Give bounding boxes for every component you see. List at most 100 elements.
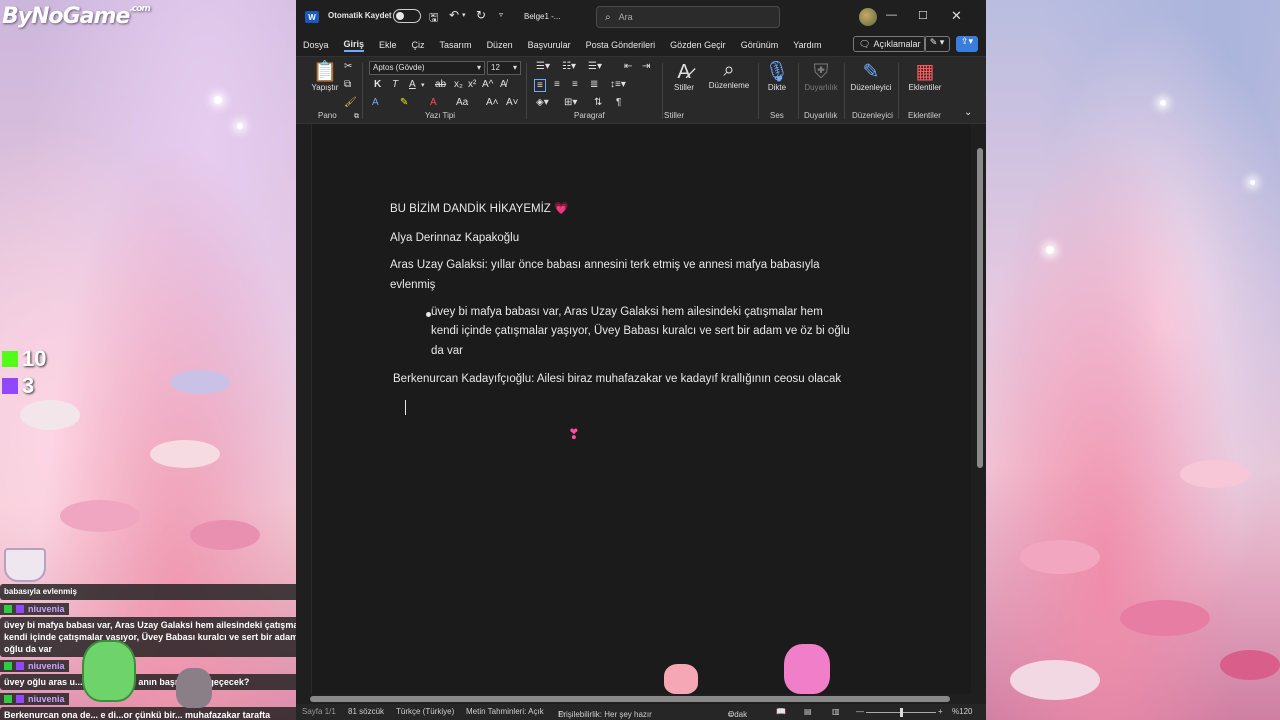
borders-icon[interactable]: ⊞▾ (564, 97, 577, 108)
doc-title[interactable]: BU BİZİM DANDİK HİKAYEMİZ 💗 (390, 200, 568, 220)
group-label-sensitivity: Duyarlılık (804, 111, 838, 120)
doc-paragraph[interactable]: evlenmiş (390, 276, 435, 296)
format-painter-icon[interactable]: 🖌 (344, 97, 357, 108)
editor-button[interactable]: ✎ Düzenleyici (848, 61, 894, 92)
editing-mode-button[interactable]: ✎ ▾ (924, 36, 950, 52)
language-status[interactable]: Türkçe (Türkiye) (396, 707, 454, 716)
document-page[interactable]: BU BİZİM DANDİK HİKAYEMİZ 💗 Alya Derinna… (311, 124, 971, 694)
highlight-icon[interactable]: ✎ (400, 97, 408, 108)
print-layout-icon[interactable]: ▤ (804, 707, 812, 716)
tab-file[interactable]: Dosya (303, 40, 329, 50)
grey-cat-sticker (176, 668, 212, 708)
vertical-scroll-thumb[interactable] (977, 148, 983, 468)
sensitivity-button[interactable]: ⛨ Duyarlılık (800, 61, 842, 92)
title-bar: W Otomatik Kaydet 🖫 ↶ ▾ ↻ ▿ Belge1 -... … (296, 0, 986, 34)
copy-icon[interactable]: ⧉ (344, 79, 351, 90)
doc-paragraph[interactable]: Berkenurcan Kadayıfçıoğlu: Ailesi biraz … (393, 370, 841, 390)
styles-button[interactable]: A̷ Stiller (666, 61, 702, 92)
doc-bullet-line[interactable]: kendi içinde çatışmalar yaşıyor, Üvey Ba… (431, 322, 850, 342)
superscript-icon[interactable]: x² (468, 79, 476, 90)
decrease-indent-icon[interactable]: ⇤ (624, 61, 632, 72)
tab-help[interactable]: Yardım (793, 40, 821, 50)
minimize-button[interactable]: — (886, 9, 920, 21)
dialog-launcher-icon[interactable]: ⧉ (354, 113, 359, 121)
bold-button[interactable]: K (374, 79, 381, 90)
tab-home[interactable]: Giriş (343, 39, 365, 52)
justify-icon[interactable]: ≣ (590, 79, 598, 90)
save-icon[interactable]: 🖫 (429, 9, 438, 28)
zoom-slider-knob[interactable] (900, 708, 903, 717)
underline-dropdown-icon[interactable]: ▾ (421, 81, 425, 89)
subscript-icon[interactable]: x₂ (454, 79, 463, 90)
paste-button[interactable]: 📋 Yapıştır (307, 61, 343, 92)
tab-layout[interactable]: Düzen (487, 40, 513, 50)
font-color-icon[interactable]: A (430, 97, 437, 108)
cut-icon[interactable]: ✂ (344, 61, 352, 72)
tab-review[interactable]: Gözden Geçir (670, 40, 726, 50)
zoom-level[interactable]: %120 (952, 707, 972, 716)
tab-view[interactable]: Görünüm (741, 40, 779, 50)
ribbon-collapse-icon[interactable]: ⌄ (964, 107, 972, 118)
vertical-scrollbar[interactable] (974, 144, 986, 704)
word-app-icon: W (305, 11, 319, 23)
align-right-icon[interactable]: ≡ (572, 79, 578, 90)
close-button[interactable]: ✕ (951, 8, 985, 24)
doc-bullet-line[interactable]: da var (431, 342, 463, 362)
text-effects-icon[interactable]: A (372, 97, 379, 108)
ribbon-home: 📋 Yapıştır ✂ ⧉ 🖌 Pano ⧉ Aptos (Gövde) ▾ 1… (296, 56, 986, 124)
tab-design[interactable]: Tasarım (440, 40, 472, 50)
zoom-out-icon[interactable]: — (856, 707, 864, 716)
editing-button[interactable]: ⌕ Düzenleme (706, 59, 752, 90)
tab-insert[interactable]: Ekle (379, 40, 397, 50)
horizontal-scroll-thumb[interactable] (310, 696, 950, 702)
strikethrough-icon[interactable]: ab (435, 79, 446, 90)
sort-icon[interactable]: ⇅ (594, 97, 602, 108)
align-center-icon[interactable]: ≡ (554, 79, 560, 90)
share-button[interactable]: ⇪▾ (956, 36, 978, 52)
comments-button[interactable]: 🗨 Açıklamalar (853, 36, 927, 52)
tab-mailings[interactable]: Posta Gönderileri (586, 40, 656, 50)
shrink-font-size-icon[interactable]: A˅ (506, 97, 519, 108)
align-left-icon[interactable]: ≡ (534, 79, 546, 92)
doc-paragraph[interactable]: Aras Uzay Galaksi: yıllar önce babası an… (390, 256, 820, 276)
shading-icon[interactable]: ◈▾ (536, 97, 549, 108)
word-count[interactable]: 81 sözcük (348, 707, 384, 716)
line-spacing-icon[interactable]: ↕≡▾ (610, 79, 626, 90)
show-marks-icon[interactable]: ¶ (616, 97, 621, 108)
twitch-icon (2, 378, 18, 394)
redo-icon[interactable]: ↻ (476, 8, 486, 22)
doc-bullet-line[interactable]: üvey bi mafya babası var, Aras Uzay Gala… (431, 303, 823, 323)
undo-dropdown-icon[interactable]: ▾ (462, 11, 466, 19)
tab-draw[interactable]: Çiz (412, 40, 425, 50)
text-predictions-status[interactable]: Metin Tahminleri: Açık (466, 707, 544, 716)
undo-icon[interactable]: ↶ (449, 8, 459, 22)
change-case-icon[interactable]: Aa (456, 97, 468, 108)
underline-button[interactable]: A (409, 79, 416, 90)
search-input[interactable]: ⌕ Ara (596, 6, 780, 28)
web-layout-icon[interactable]: ▥ (832, 707, 840, 716)
increase-indent-icon[interactable]: ⇥ (642, 61, 650, 72)
read-mode-icon[interactable]: 📖 (776, 707, 786, 716)
doc-author[interactable]: Alya Derinnaz Kapakoğlu (390, 229, 519, 249)
addins-button[interactable]: ▦ Eklentiler (902, 61, 948, 92)
numbering-icon[interactable]: ☷▾ (562, 61, 576, 72)
avatar[interactable] (859, 8, 877, 26)
grow-font-size-icon[interactable]: A˄ (486, 97, 499, 108)
font-size-select[interactable]: 12 ▾ (487, 61, 521, 75)
sparkle-decoration (1046, 246, 1054, 254)
clear-formatting-icon[interactable]: A̸ (500, 79, 507, 90)
page-count[interactable]: Sayfa 1/1 (302, 707, 336, 716)
autosave-toggle[interactable] (393, 9, 421, 23)
dictate-button[interactable]: 🎙 Dikte (762, 61, 792, 92)
tab-references[interactable]: Başvurular (528, 40, 571, 50)
zoom-in-icon[interactable]: + (938, 707, 943, 716)
bullets-icon[interactable]: ☰▾ (536, 61, 550, 72)
italic-button[interactable]: T (392, 79, 398, 90)
horizontal-scrollbar[interactable] (306, 694, 976, 704)
customize-toolbar-icon[interactable]: ▿ (499, 10, 503, 19)
microphone-icon: 🎙 (764, 61, 790, 83)
multilevel-list-icon[interactable]: ☰▾ (588, 61, 602, 72)
maximize-button[interactable]: ☐ (918, 9, 952, 22)
font-name-select[interactable]: Aptos (Gövde) ▾ (369, 61, 485, 75)
grow-font-icon[interactable]: A^ (482, 79, 493, 90)
